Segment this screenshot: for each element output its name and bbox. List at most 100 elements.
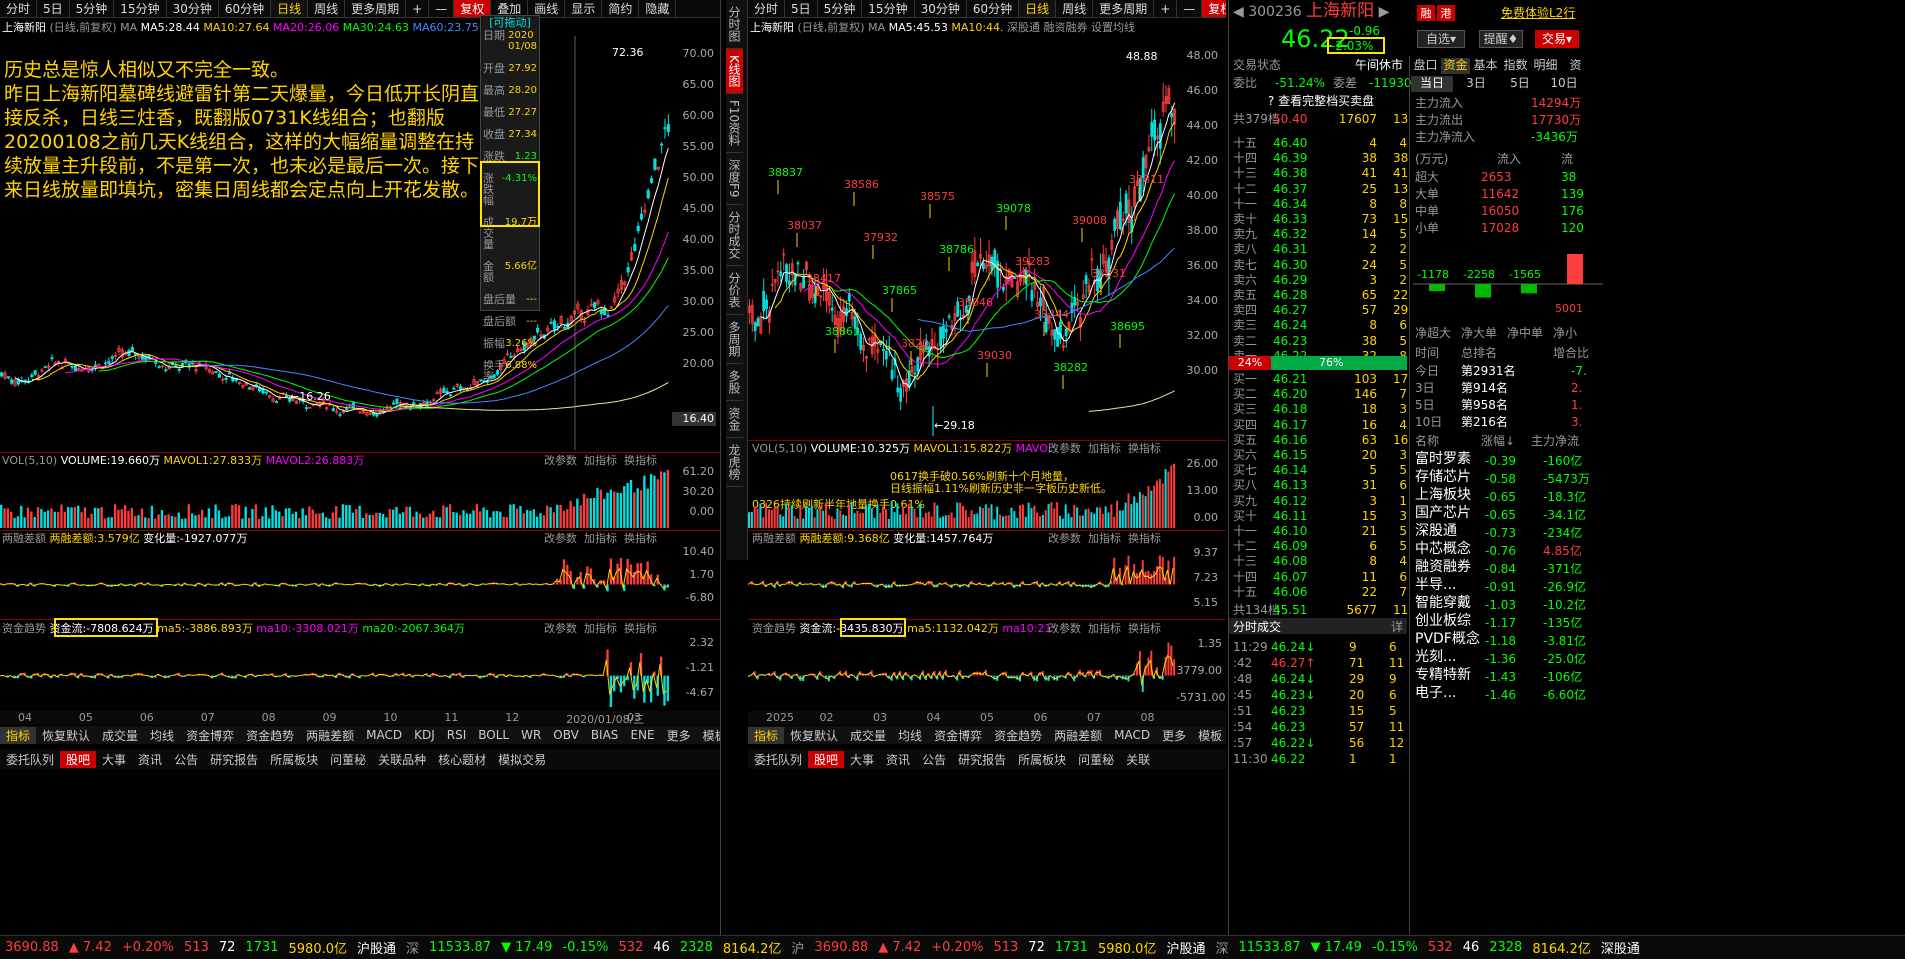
vol-add-indicator[interactable]: 加指标 [584,454,617,467]
sector-name[interactable]: 国产芯片 [1415,506,1471,521]
mid-zj-edit[interactable]: 改参数 [1048,622,1081,635]
indicator-tab-9[interactable]: RSI [441,728,473,742]
rz-swap-indicator[interactable]: 换指标 [624,532,657,545]
vol-swap-indicator[interactable]: 换指标 [624,454,657,467]
tb-display[interactable]: 显示 [565,0,603,17]
sh-index-2[interactable]: 3690.88 [809,940,873,955]
zj-edit-params[interactable]: 改参数 [544,622,577,635]
indicator-tab-6[interactable]: 两融差额 [1048,727,1108,744]
vol-edit-params[interactable]: 改参数 [544,454,577,467]
bottom-tab-4[interactable]: 公告 [916,751,952,768]
mid-tb-11[interactable]: 复权 [1202,0,1226,17]
mid-rz-add[interactable]: 加指标 [1088,532,1121,545]
indicator-tab-0[interactable]: 指标 [0,726,37,744]
indicator-tab-5[interactable]: 资金趋势 [240,727,300,744]
fund-period-1[interactable]: 3日 [1455,76,1497,92]
mid-hgt-label[interactable]: 深股通 [1007,21,1040,34]
bottom-tab-0[interactable]: 委托队列 [748,751,808,768]
bottom-tab-6[interactable]: 所属板块 [264,751,324,768]
indicator-tab-14[interactable]: ENE [624,728,660,742]
indicator-tab-11[interactable]: WR [515,728,547,742]
side-tab-6[interactable]: 多周期 [726,315,743,364]
tb-hide[interactable]: 隐藏 [639,0,677,17]
bottom-tab-9[interactable]: 核心题材 [432,751,492,768]
indicator-tab-0[interactable]: 指标 [748,726,785,744]
tb-more-period[interactable]: 更多周期 [345,0,407,17]
indicator-tab-7[interactable]: MACD [360,728,408,742]
next-stock-icon[interactable]: ▶ [1379,4,1390,20]
side-tab-2[interactable]: F10资料 [726,94,743,154]
sz-index[interactable]: 11533.87 [424,940,496,955]
sector-name[interactable]: 半导... [1415,578,1456,593]
side-tab-4[interactable]: 分时成交 [726,205,743,266]
indicator-tab-13[interactable]: BIAS [585,728,625,742]
indicator-tab-2[interactable]: 成交量 [96,727,144,744]
sector-name[interactable]: 存储芯片 [1415,470,1471,485]
prev-stock-icon[interactable]: ◀ [1233,4,1244,20]
sector-name[interactable]: 上海板块 [1415,488,1471,503]
indicator-tab-3[interactable]: 均线 [144,727,180,744]
mid-rz-swap[interactable]: 换指标 [1128,532,1161,545]
fund-period-3[interactable]: 10日 [1543,76,1585,92]
full-depth-link[interactable]: ? 查看完整档买卖盘 [1233,94,1409,109]
fund-period-2[interactable]: 5日 [1499,76,1541,92]
sector-name[interactable]: 光刻... [1415,650,1456,665]
bottom-tab-8[interactable]: 关联 [1120,751,1156,768]
fund-tab-3[interactable]: 指数 [1501,58,1530,74]
bottom-tab-2[interactable]: 大事 [96,751,132,768]
bottom-tab-7[interactable]: 问董秘 [1072,751,1120,768]
side-tab-1[interactable]: K线图 [726,49,743,94]
mid-vol-add[interactable]: 加指标 [1088,442,1121,455]
tb-15min[interactable]: 15分钟 [114,0,167,17]
sector-name[interactable]: PVDF概念 [1415,632,1480,647]
bottom-tab-10[interactable]: 模拟交易 [492,751,552,768]
indicator-tab-7[interactable]: MACD [1108,728,1156,742]
tb-simple[interactable]: 简约 [602,0,640,17]
popup-drag-header[interactable]: [可拖动] [481,16,539,30]
bottom-tab-1[interactable]: 股吧 [60,750,97,768]
tb-fenshi[interactable]: 分时 [0,0,38,17]
indicator-tab-1[interactable]: 恢复默认 [784,727,844,744]
sz-index-2[interactable]: 11533.87 [1233,940,1305,955]
indicator-tab-8[interactable]: 更多 [1156,727,1192,744]
mid-vol-edit[interactable]: 改参数 [1048,442,1081,455]
trade-button[interactable]: 交易▾ [1535,30,1579,48]
side-tab-9[interactable]: 龙虎榜 [726,438,743,487]
sector-name[interactable]: 智能穿戴 [1415,596,1471,611]
side-tab-3[interactable]: 深度F9 [726,153,743,205]
mid-tb-4[interactable]: 30分钟 [915,0,967,17]
indicator-tab-8[interactable]: KDJ [408,728,441,742]
indicator-tab-12[interactable]: OBV [547,728,585,742]
tb-weekly[interactable]: 周线 [308,0,346,17]
mid-rz-label[interactable]: 融资融券 [1044,21,1088,34]
zj-add-indicator[interactable]: 加指标 [584,622,617,635]
sh-index[interactable]: 3690.88 [0,940,64,955]
tb-daily[interactable]: 日线 [271,0,309,17]
indicator-tab-15[interactable]: 更多 [661,727,697,744]
side-tab-0[interactable]: 分时图 [726,0,743,49]
tb-30min[interactable]: 30分钟 [167,0,219,17]
mid-tb-10[interactable]: — [1177,0,1203,17]
mid-set-ma[interactable]: 设置均线 [1091,21,1135,34]
rz-add-indicator[interactable]: 加指标 [584,532,617,545]
sector-name[interactable]: 融资融券 [1415,560,1471,575]
mid-tb-0[interactable]: 分时 [748,0,786,17]
sgt-label-2[interactable]: 深股通 [1596,938,1645,957]
rz-edit-params[interactable]: 改参数 [544,532,577,545]
indicator-tab-2[interactable]: 成交量 [844,727,892,744]
indicator-tab-4[interactable]: 资金博弈 [180,727,240,744]
watchlist-button[interactable]: 自选▾ [1417,30,1465,48]
side-tab-7[interactable]: 多股 [726,364,743,401]
free-trial-link[interactable]: 免费体验L2行 [1501,6,1575,21]
bottom-tab-1[interactable]: 股吧 [808,750,845,768]
indicator-tab-3[interactable]: 均线 [892,727,928,744]
fund-period-0[interactable]: 当日 [1411,76,1453,92]
mid-tb-5[interactable]: 60分钟 [967,0,1020,17]
fund-tab-0[interactable]: 盘口 [1411,58,1440,74]
bottom-tab-6[interactable]: 所属板块 [1012,751,1072,768]
mid-tb-7[interactable]: 周线 [1056,0,1094,17]
mid-zj-add[interactable]: 加指标 [1088,622,1121,635]
mid-tb-8[interactable]: 更多周期 [1093,0,1155,17]
tb-5min[interactable]: 5分钟 [70,0,115,17]
fund-tab-4[interactable]: 明细 [1531,58,1560,74]
